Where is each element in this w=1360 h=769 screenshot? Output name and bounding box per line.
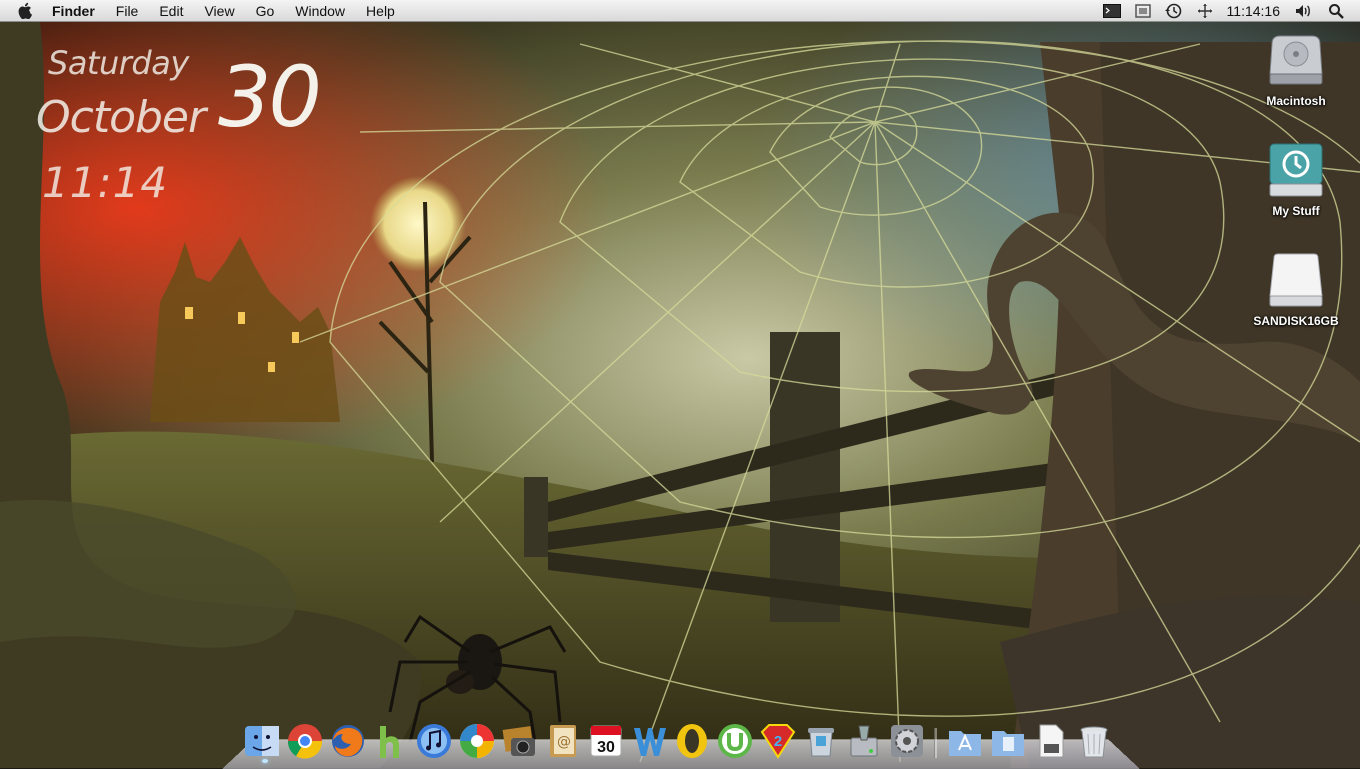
desktop-icon-my-stuff[interactable]: My Stuff xyxy=(1246,140,1346,218)
spotlight-icon[interactable] xyxy=(1328,3,1344,19)
time-machine-icon[interactable] xyxy=(1164,3,1183,19)
superman-icon[interactable]: 2 xyxy=(756,719,799,762)
desktop-icon-label: My Stuff xyxy=(1272,204,1320,218)
widget-date: 30 xyxy=(218,48,322,146)
terminal-icon[interactable] xyxy=(1102,3,1121,18)
ical-date: 30 xyxy=(597,739,615,756)
utorrent-icon[interactable] xyxy=(713,719,756,762)
menu-go[interactable]: Go xyxy=(256,3,275,19)
external-drive-icon xyxy=(1266,250,1326,310)
system-preferences-icon[interactable] xyxy=(885,719,928,762)
menu-window[interactable]: Window xyxy=(295,3,345,19)
finder-running-indicator xyxy=(262,759,268,763)
word-icon[interactable] xyxy=(627,719,670,762)
dock-separator xyxy=(934,728,937,758)
widget-month: October xyxy=(36,92,206,143)
picasa-icon[interactable] xyxy=(455,719,498,762)
menu-help[interactable]: Help xyxy=(366,3,395,19)
file-icon[interactable] xyxy=(1029,719,1072,762)
spaces-icon[interactable] xyxy=(1197,3,1213,19)
menu-clock[interactable]: 11:14:16 xyxy=(1227,3,1280,19)
iphoto-icon[interactable] xyxy=(498,719,541,762)
documents-folder-icon[interactable] xyxy=(986,719,1029,762)
display-icon[interactable] xyxy=(1134,3,1151,18)
ical-icon[interactable]: 30 xyxy=(584,719,627,762)
chrome-icon[interactable] xyxy=(283,719,326,762)
itunes-icon[interactable] xyxy=(412,719,455,762)
opera-icon[interactable] xyxy=(670,719,713,762)
applications-folder-icon[interactable] xyxy=(943,719,986,762)
apple-menu-icon[interactable] xyxy=(18,2,38,19)
firefox-icon[interactable] xyxy=(326,719,369,762)
menu-bar: Finder File Edit View Go Window Help 11:… xyxy=(0,0,1360,22)
svg-text:2: 2 xyxy=(773,733,781,750)
trash-icon[interactable] xyxy=(1072,719,1115,762)
widget-time: 11:14 xyxy=(42,158,169,207)
hulu-icon[interactable] xyxy=(369,719,412,762)
widget-day: Saturday xyxy=(48,44,189,82)
menu-edit[interactable]: Edit xyxy=(159,3,183,19)
volume-icon[interactable] xyxy=(1294,3,1314,19)
time-machine-drive-icon xyxy=(1266,140,1326,200)
utility-icon[interactable] xyxy=(799,719,842,762)
address-book-icon[interactable]: @ xyxy=(541,719,584,762)
disk-utility-icon[interactable] xyxy=(842,719,885,762)
menu-file[interactable]: File xyxy=(116,3,139,19)
finder-icon[interactable] xyxy=(240,719,283,762)
desktop-icon-label: SANDISK16GB xyxy=(1253,314,1339,328)
svg-text:@: @ xyxy=(557,734,571,750)
desktop-icon-sandisk[interactable]: SANDISK16GB xyxy=(1246,250,1346,328)
hard-drive-icon xyxy=(1266,30,1326,90)
app-menu-finder[interactable]: Finder xyxy=(52,3,95,19)
dock: @ 30 2 xyxy=(240,712,1115,762)
desktop-icon-label: Macintosh xyxy=(1266,94,1326,108)
menu-view[interactable]: View xyxy=(204,3,234,19)
desktop-icon-macintosh[interactable]: Macintosh xyxy=(1246,30,1346,108)
